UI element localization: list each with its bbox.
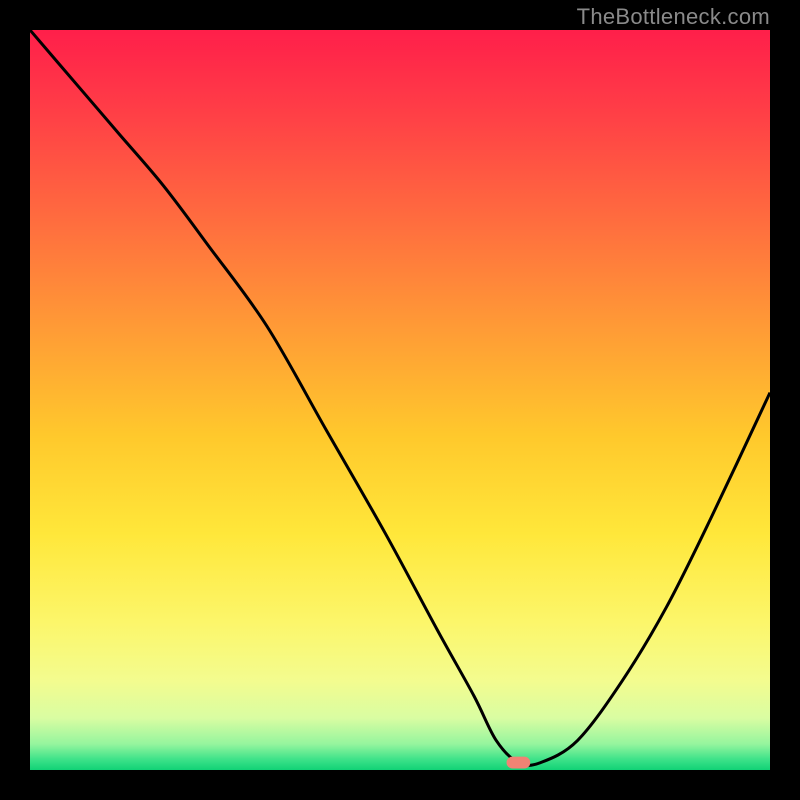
minimum-marker bbox=[507, 757, 531, 769]
chart-container: TheBottleneck.com bbox=[0, 0, 800, 800]
curve-path bbox=[30, 30, 770, 765]
plot-area bbox=[30, 30, 770, 770]
bottleneck-curve bbox=[30, 30, 770, 770]
watermark-text: TheBottleneck.com bbox=[577, 4, 770, 30]
